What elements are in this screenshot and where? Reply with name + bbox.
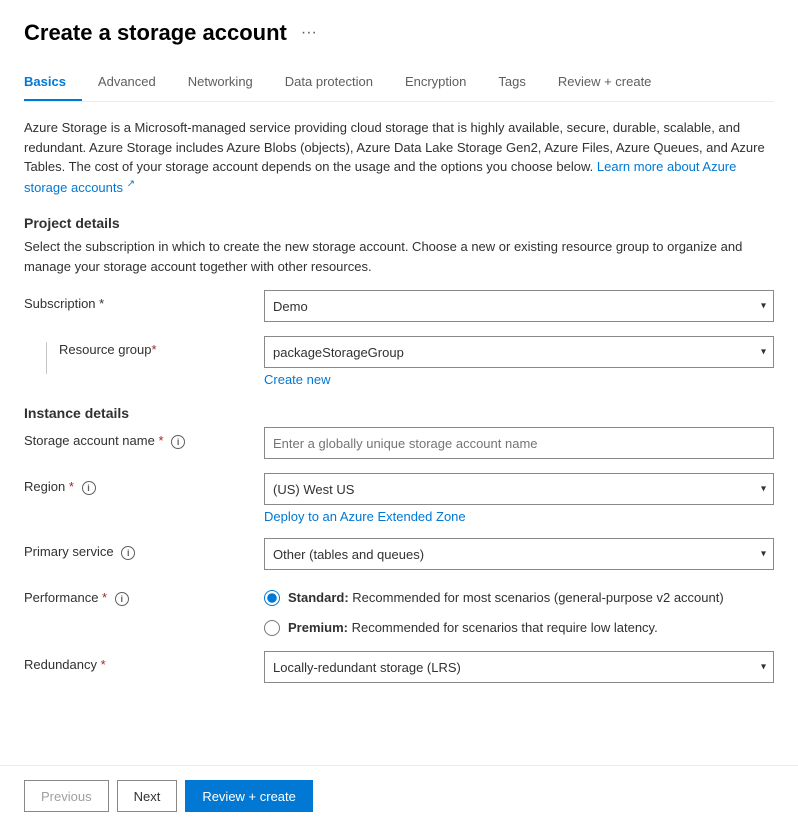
region-select-wrapper: (US) West US ▾ [264, 473, 774, 505]
tab-data-protection[interactable]: Data protection [269, 64, 389, 101]
instance-details-header: Instance details [24, 405, 774, 421]
primary-service-info-icon[interactable]: i [121, 546, 135, 560]
primary-service-row: Primary service i Other (tables and queu… [24, 538, 774, 570]
region-row: Region * i (US) West US ▾ Deploy to an A… [24, 473, 774, 524]
performance-premium-radio[interactable] [264, 620, 280, 636]
subscription-row: Subscription * Demo ▾ [24, 290, 774, 322]
previous-button[interactable]: Previous [24, 780, 109, 812]
resource-group-label: Resource group [59, 342, 152, 357]
subscription-label: Subscription [24, 296, 96, 311]
tab-tags[interactable]: Tags [482, 64, 541, 101]
tab-networking[interactable]: Networking [172, 64, 269, 101]
review-create-button[interactable]: Review + create [185, 780, 313, 812]
storage-name-required: * [158, 433, 163, 448]
primary-service-select[interactable]: Other (tables and queues) [264, 538, 774, 570]
performance-premium-option[interactable]: Premium: Recommended for scenarios that … [264, 618, 774, 638]
performance-label: Performance [24, 590, 98, 605]
intro-description: Azure Storage is a Microsoft-managed ser… [24, 118, 774, 197]
performance-required: * [102, 590, 107, 605]
performance-standard-label: Standard: Recommended for most scenarios… [288, 588, 724, 608]
redundancy-select[interactable]: Locally-redundant storage (LRS) [264, 651, 774, 683]
ellipsis-button[interactable]: ··· [297, 22, 321, 44]
footer-bar: Previous Next Review + create [0, 765, 798, 826]
redundancy-label: Redundancy [24, 657, 97, 672]
storage-name-label: Storage account name [24, 433, 155, 448]
tab-encryption[interactable]: Encryption [389, 64, 482, 101]
performance-standard-option[interactable]: Standard: Recommended for most scenarios… [264, 588, 774, 608]
tab-review-create[interactable]: Review + create [542, 64, 668, 101]
next-button[interactable]: Next [117, 780, 178, 812]
performance-radio-group: Standard: Recommended for most scenarios… [264, 584, 774, 637]
project-details-description: Select the subscription in which to crea… [24, 237, 774, 276]
project-details-header: Project details [24, 215, 774, 231]
performance-info-icon[interactable]: i [115, 592, 129, 606]
region-select[interactable]: (US) West US [264, 473, 774, 505]
storage-account-name-input[interactable] [264, 427, 774, 459]
primary-service-label: Primary service [24, 544, 114, 559]
redundancy-select-wrapper: Locally-redundant storage (LRS) ▾ [264, 651, 774, 683]
tabs-bar: Basics Advanced Networking Data protecti… [24, 64, 774, 102]
subscription-select[interactable]: Demo [264, 290, 774, 322]
subscription-required: * [99, 296, 104, 311]
subscription-select-wrapper: Demo ▾ [264, 290, 774, 322]
performance-standard-radio[interactable] [264, 590, 280, 606]
redundancy-row: Redundancy * Locally-redundant storage (… [24, 651, 774, 683]
storage-name-info-icon[interactable]: i [171, 435, 185, 449]
storage-account-name-row: Storage account name * i [24, 427, 774, 459]
create-new-resource-group-link[interactable]: Create new [264, 372, 774, 387]
external-link-icon: ↗ [127, 179, 135, 190]
resource-group-select[interactable]: packageStorageGroup [264, 336, 774, 368]
performance-row: Performance * i Standard: Recommended fo… [24, 584, 774, 637]
performance-premium-label: Premium: Recommended for scenarios that … [288, 618, 658, 638]
region-label: Region [24, 479, 65, 494]
page-title: Create a storage account [24, 20, 287, 46]
resource-group-select-wrapper: packageStorageGroup ▾ [264, 336, 774, 368]
resource-group-required: * [152, 342, 157, 357]
region-info-icon[interactable]: i [82, 481, 96, 495]
tab-basics[interactable]: Basics [24, 64, 82, 101]
redundancy-required: * [101, 657, 106, 672]
azure-extended-zone-link[interactable]: Deploy to an Azure Extended Zone [264, 509, 774, 524]
tab-advanced[interactable]: Advanced [82, 64, 172, 101]
primary-service-select-wrapper: Other (tables and queues) ▾ [264, 538, 774, 570]
region-required: * [69, 479, 74, 494]
